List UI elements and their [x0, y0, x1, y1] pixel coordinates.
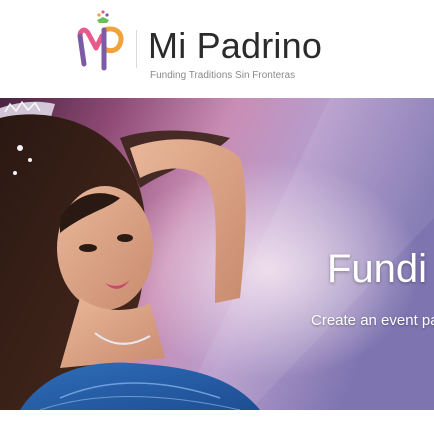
hero-title-clip: Fundi Create an event page, sh — [0, 98, 434, 410]
hero-title: Fundi — [327, 247, 428, 291]
mi-padrino-logo-icon — [77, 10, 124, 71]
page: Mi Padrino Funding Traditions Sin Fronte… — [0, 0, 434, 434]
hero-banner: Fundi Create an event page, sh — [0, 98, 434, 410]
bottom-strip — [0, 410, 434, 434]
brand-tagline: Funding Traditions Sin Fronteras — [150, 70, 296, 81]
logo-crown-accent — [97, 10, 109, 23]
site-header: Mi Padrino Funding Traditions Sin Fronte… — [0, 0, 434, 98]
brand-name[interactable]: Mi Padrino — [148, 26, 322, 66]
brand-divider — [136, 30, 137, 68]
hero-subtitle: Create an event page, sh — [311, 312, 434, 329]
